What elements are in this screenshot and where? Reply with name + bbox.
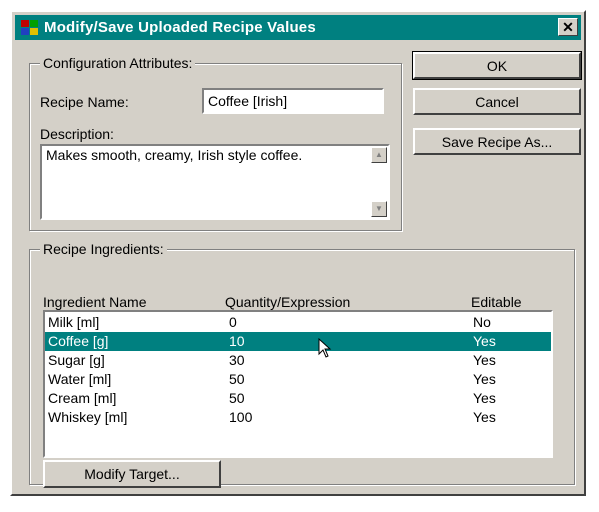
recipe-name-input[interactable]: [204, 90, 382, 112]
table-row[interactable]: Water [ml] 50 Yes: [45, 370, 551, 389]
scroll-up-icon[interactable]: ▲: [371, 147, 387, 163]
modify-target-button[interactable]: Modify Target...: [43, 460, 221, 488]
table-row[interactable]: Cream [ml] 50 Yes: [45, 389, 551, 408]
close-icon[interactable]: ✕: [558, 18, 578, 36]
column-header-ingredient-name[interactable]: Ingredient Name: [43, 294, 147, 310]
editable-cell: Yes: [473, 390, 496, 406]
window-title: Modify/Save Uploaded Recipe Values: [44, 19, 316, 36]
recipe-ingredients-label: Recipe Ingredients:: [40, 241, 167, 257]
editable-cell: Yes: [473, 352, 496, 368]
column-header-editable[interactable]: Editable: [471, 294, 522, 310]
ingredient-name-cell: Sugar [g]: [48, 352, 105, 368]
quantity-cell: 50: [229, 390, 245, 406]
description-label: Description:: [40, 126, 114, 142]
editable-cell: Yes: [473, 333, 496, 349]
quantity-cell: 50: [229, 371, 245, 387]
table-row[interactable]: Milk [ml] 0 No: [45, 313, 551, 332]
description-text[interactable]: Makes smooth, creamy, Irish style coffee…: [42, 146, 368, 165]
description-field[interactable]: Makes smooth, creamy, Irish style coffee…: [40, 144, 390, 220]
ingredient-name-cell: Whiskey [ml]: [48, 409, 128, 425]
ingredient-name-cell: Water [ml]: [48, 371, 112, 387]
table-row[interactable]: Whiskey [ml] 100 Yes: [45, 408, 551, 427]
title-bar[interactable]: Modify/Save Uploaded Recipe Values ✕: [15, 15, 581, 40]
table-row-selected[interactable]: Coffee [g] 10 Yes: [45, 332, 551, 351]
ingredients-list[interactable]: Milk [ml] 0 No Coffee [g] 10 Yes Sugar […: [43, 310, 553, 458]
configuration-attributes-label: Configuration Attributes:: [40, 55, 196, 71]
ingredient-name-cell: Cream [ml]: [48, 390, 117, 406]
cancel-button[interactable]: Cancel: [413, 88, 581, 115]
description-scrollbar[interactable]: ▲ ▼: [370, 146, 388, 218]
recipe-name-field[interactable]: [202, 88, 384, 114]
ingredient-name-cell: Coffee [g]: [48, 333, 109, 349]
app-icon: [21, 19, 39, 36]
column-header-quantity-expression[interactable]: Quantity/Expression: [225, 294, 350, 310]
quantity-cell: 0: [229, 314, 237, 330]
mouse-cursor-icon: [318, 338, 332, 358]
table-row[interactable]: Sugar [g] 30 Yes: [45, 351, 551, 370]
ok-button[interactable]: OK: [412, 51, 582, 80]
quantity-cell: 10: [229, 333, 245, 349]
editable-cell: Yes: [473, 371, 496, 387]
editable-cell: Yes: [473, 409, 496, 425]
recipe-name-label: Recipe Name:: [40, 94, 129, 110]
ingredient-name-cell: Milk [ml]: [48, 314, 100, 330]
dialog-window: Modify/Save Uploaded Recipe Values ✕ Con…: [10, 10, 586, 496]
editable-cell: No: [473, 314, 491, 330]
quantity-cell: 100: [229, 409, 253, 425]
save-recipe-as-button[interactable]: Save Recipe As...: [413, 128, 581, 155]
quantity-cell: 30: [229, 352, 245, 368]
scroll-down-icon[interactable]: ▼: [371, 201, 387, 217]
